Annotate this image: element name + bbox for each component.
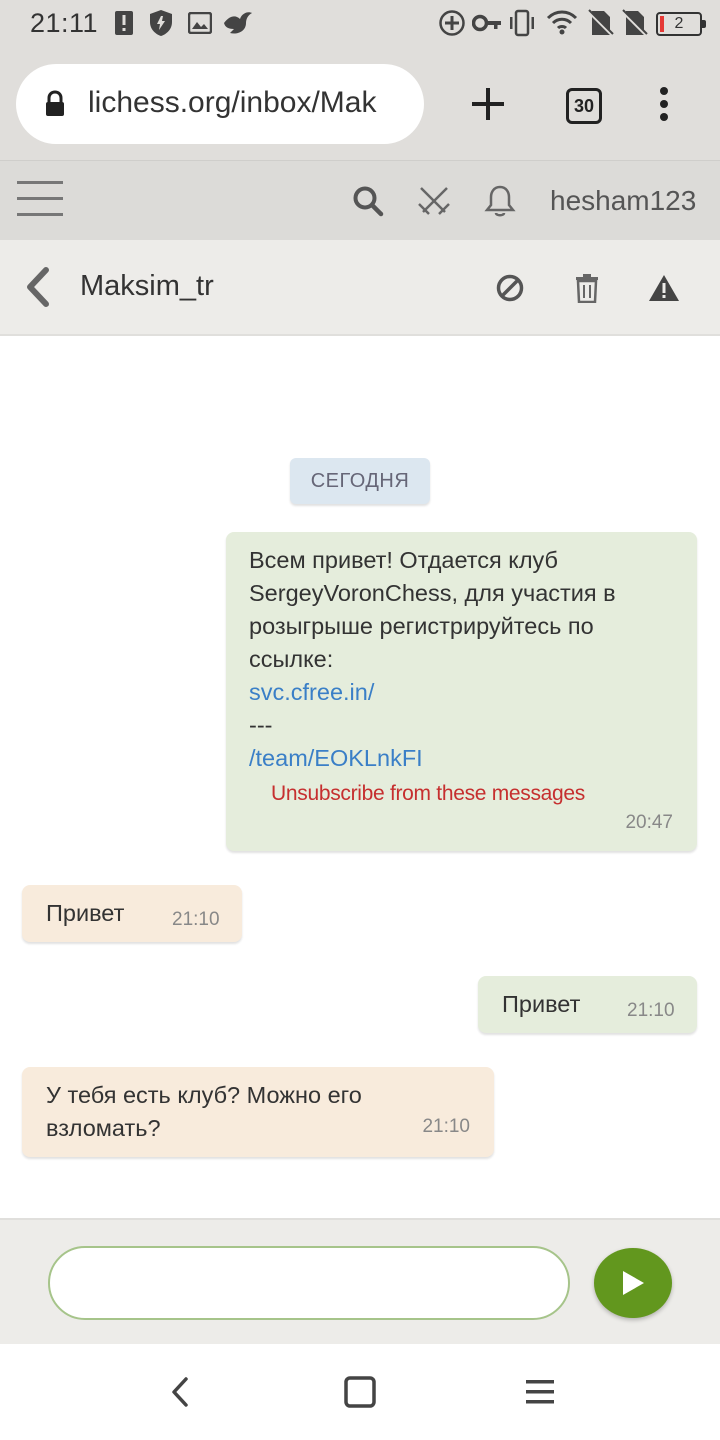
message-link[interactable]: svc.cfree.in/ [249, 676, 675, 709]
nav-back-icon[interactable] [160, 1372, 200, 1412]
tab-switcher-button[interactable]: 30 [566, 88, 602, 124]
lock-icon [44, 90, 66, 123]
unsubscribe-link[interactable]: Unsubscribe from these messages [271, 777, 675, 810]
alert-icon [114, 8, 134, 38]
hamburger-menu-icon[interactable] [17, 181, 63, 217]
message-bubble-received: У тебя есть клуб? Можно его взломать? 21… [22, 1067, 494, 1157]
add-circle-icon [438, 8, 466, 38]
no-sim-icon [586, 8, 614, 38]
message-text: Всем привет! Отдается клуб SergeyVoronCh… [249, 547, 616, 672]
nav-recents-icon[interactable] [520, 1372, 560, 1412]
username-link[interactable]: hesham123 [550, 185, 696, 217]
battery-level: 2 [674, 15, 684, 32]
message-bubble-sent: Привет 21:10 [478, 976, 697, 1033]
no-sim-icon [620, 8, 648, 38]
send-icon [623, 1271, 644, 1295]
wifi-icon [546, 8, 578, 38]
search-icon[interactable] [350, 183, 386, 219]
message-time: 20:47 [625, 812, 673, 833]
more-vert-icon [660, 87, 668, 121]
browser-menu-button[interactable] [650, 84, 678, 124]
system-navigation-bar [0, 1344, 720, 1440]
contact-name[interactable]: Maksim_tr [80, 270, 214, 303]
day-separator-badge: СЕГОДНЯ [290, 458, 430, 504]
back-icon[interactable] [22, 266, 58, 310]
new-tab-button[interactable] [468, 84, 508, 124]
send-button[interactable] [594, 1248, 672, 1318]
site-header: hesham123 [0, 160, 720, 240]
url-text[interactable]: lichess.org/inbox/Mak [88, 86, 376, 120]
key-icon [472, 8, 502, 38]
status-time: 21:11 [30, 8, 99, 38]
crossed-swords-icon[interactable] [416, 183, 452, 219]
bell-icon[interactable] [482, 183, 518, 219]
nav-home-icon[interactable] [340, 1372, 380, 1412]
browser-toolbar: lichess.org/inbox/Mak 30 [0, 48, 720, 160]
vibrate-icon [508, 8, 536, 38]
message-time: 21:10 [627, 1000, 675, 1021]
message-bubble-sent: Всем привет! Отдается клуб SergeyVoronCh… [226, 532, 697, 851]
trash-icon[interactable] [567, 268, 607, 308]
conversation-header: Maksim_tr [0, 240, 720, 336]
bird-icon [222, 8, 254, 38]
report-warning-icon[interactable] [644, 268, 684, 308]
message-composer [0, 1218, 720, 1344]
message-text: Привет [502, 991, 581, 1017]
plus-icon [472, 88, 504, 120]
shield-icon [148, 8, 174, 38]
image-icon [188, 8, 212, 38]
message-text: У тебя есть клуб? Можно его взломать? [46, 1082, 362, 1141]
message-time: 21:10 [422, 1116, 470, 1137]
battery-icon: 2 [656, 12, 706, 36]
block-icon[interactable] [490, 268, 530, 308]
message-separator: --- [249, 712, 273, 738]
address-bar[interactable]: lichess.org/inbox/Mak [16, 64, 424, 144]
status-bar: 21:11 2 [0, 0, 720, 48]
team-link[interactable]: /team/EOKLnkFI [249, 742, 675, 775]
message-text: Привет [46, 900, 125, 926]
message-input[interactable] [48, 1246, 570, 1320]
message-bubble-received: Привет 21:10 [22, 885, 242, 942]
message-time: 21:10 [172, 909, 220, 930]
